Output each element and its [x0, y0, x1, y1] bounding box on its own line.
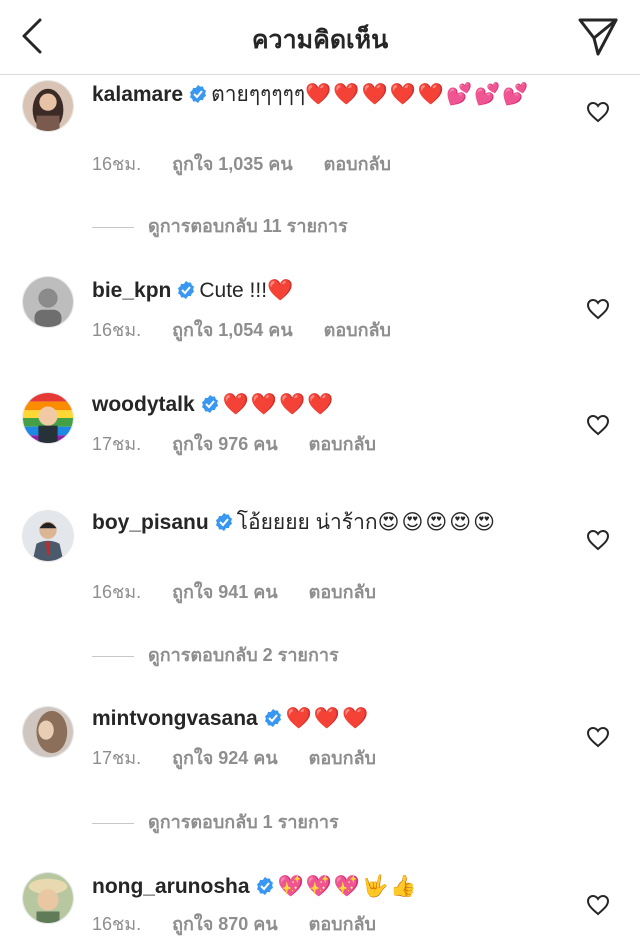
- divider: [92, 226, 134, 228]
- comment-time: 16ชม.: [92, 154, 142, 174]
- verified-badge-icon: [190, 85, 207, 103]
- avatar[interactable]: [22, 392, 74, 444]
- comment-emoji: ❤️❤️❤️: [285, 707, 371, 730]
- comment-likes[interactable]: ถูกใจ 870 คน: [172, 914, 278, 934]
- comment-username[interactable]: kalamare: [92, 83, 183, 106]
- comment-username[interactable]: mintvongvasana: [92, 707, 258, 730]
- verified-badge-icon: [178, 281, 195, 299]
- reply-button[interactable]: ตอบกลับ: [324, 154, 391, 174]
- comment-body: โอ้ยยยย น่าร้าก: [236, 511, 378, 534]
- comment-likes[interactable]: ถูกใจ 1,054 คน: [172, 320, 293, 340]
- reply-button[interactable]: ตอบกลับ: [309, 748, 376, 768]
- view-replies-button[interactable]: ดูการตอบกลับ 11 รายการ: [92, 214, 348, 238]
- heart-outline-icon[interactable]: [586, 726, 610, 748]
- heart-outline-icon[interactable]: [586, 414, 610, 436]
- avatar[interactable]: [22, 706, 74, 758]
- comment-time: 16ชม.: [92, 582, 142, 602]
- heart-outline-icon[interactable]: [586, 529, 610, 551]
- comment-text: mintvongvasana ❤️❤️❤️: [92, 702, 572, 736]
- view-replies-button[interactable]: ดูการตอบกลับ 1 รายการ: [92, 810, 339, 834]
- comment-emoji: 😍😍😍😍😍: [377, 511, 498, 534]
- comment-username[interactable]: woodytalk: [92, 393, 195, 416]
- comment-likes[interactable]: ถูกใจ 924 คน: [172, 748, 278, 768]
- avatar[interactable]: [22, 510, 74, 562]
- view-replies-label: ดูการตอบกลับ 11 รายการ: [148, 216, 348, 236]
- comment-meta: 16ชม. ถูกใจ 1,054 คน ตอบกลับ: [92, 318, 417, 342]
- avatar[interactable]: [22, 276, 74, 328]
- comment-meta: 16ชม. ถูกใจ 870 คน ตอบกลับ: [92, 912, 402, 936]
- comment-time: 16ชม.: [92, 914, 142, 934]
- comment-text: kalamare ตายๆๆๆๆๆ❤️❤️❤️❤️❤️💕💕💕: [92, 78, 572, 112]
- page-title: ความคิดเห็น: [251, 26, 389, 54]
- comment-meta: 17ชม. ถูกใจ 976 คน ตอบกลับ: [92, 432, 402, 456]
- comment-body: Cute !!!: [199, 279, 268, 302]
- verified-badge-icon: [215, 513, 232, 531]
- comment-emoji: ❤️❤️❤️❤️: [222, 393, 336, 416]
- comment-time: 17ชม.: [92, 434, 142, 454]
- heart-outline-icon[interactable]: [586, 894, 610, 916]
- comment-text: bie_kpn Cute !!!❤️: [92, 274, 572, 308]
- verified-badge-icon: [201, 395, 218, 413]
- divider: [92, 655, 134, 657]
- comment-username[interactable]: boy_pisanu: [92, 511, 209, 534]
- top-bar: ความคิดเห็น: [0, 0, 640, 75]
- share-button[interactable]: [576, 14, 620, 58]
- comment-emoji: 💖💖💖🤟👍: [277, 875, 419, 898]
- reply-button[interactable]: ตอบกลับ: [309, 434, 376, 454]
- comment-username[interactable]: bie_kpn: [92, 279, 171, 302]
- reply-button[interactable]: ตอบกลับ: [309, 914, 376, 934]
- reply-button[interactable]: ตอบกลับ: [309, 582, 376, 602]
- comment-likes[interactable]: ถูกใจ 941 คน: [172, 582, 278, 602]
- verified-badge-icon: [256, 877, 273, 895]
- comment-time: 16ชม.: [92, 320, 142, 340]
- comment-text: nong_arunosha 💖💖💖🤟👍: [92, 870, 572, 904]
- avatar[interactable]: [22, 872, 74, 924]
- heart-outline-icon[interactable]: [586, 298, 610, 320]
- comment-emoji: ❤️: [267, 279, 296, 302]
- comment-time: 17ชม.: [92, 748, 142, 768]
- comment-likes[interactable]: ถูกใจ 976 คน: [172, 434, 278, 454]
- comment-meta: 17ชม. ถูกใจ 924 คน ตอบกลับ: [92, 746, 402, 770]
- view-replies-label: ดูการตอบกลับ 2 รายการ: [148, 645, 339, 665]
- verified-badge-icon: [264, 709, 281, 727]
- heart-outline-icon[interactable]: [586, 101, 610, 123]
- view-replies-label: ดูการตอบกลับ 1 รายการ: [148, 812, 339, 832]
- comment-text: woodytalk ❤️❤️❤️❤️: [92, 388, 572, 422]
- comment-body: ตายๆๆๆๆๆ: [211, 83, 306, 106]
- view-replies-button[interactable]: ดูการตอบกลับ 2 รายการ: [92, 643, 339, 667]
- reply-button[interactable]: ตอบกลับ: [324, 320, 391, 340]
- paper-plane-icon: [578, 18, 618, 56]
- comment-username[interactable]: nong_arunosha: [92, 875, 250, 898]
- comment-text: boy_pisanu โอ้ยยยย น่าร้าก😍😍😍😍😍: [92, 506, 572, 540]
- divider: [92, 822, 134, 824]
- avatar[interactable]: [22, 80, 74, 132]
- comment-meta: 16ชม. ถูกใจ 1,035 คน ตอบกลับ: [92, 152, 417, 176]
- comment-meta: 16ชม. ถูกใจ 941 คน ตอบกลับ: [92, 580, 402, 604]
- comment-emoji: ❤️❤️❤️❤️❤️💕💕💕: [305, 83, 531, 106]
- comment-likes[interactable]: ถูกใจ 1,035 คน: [172, 154, 293, 174]
